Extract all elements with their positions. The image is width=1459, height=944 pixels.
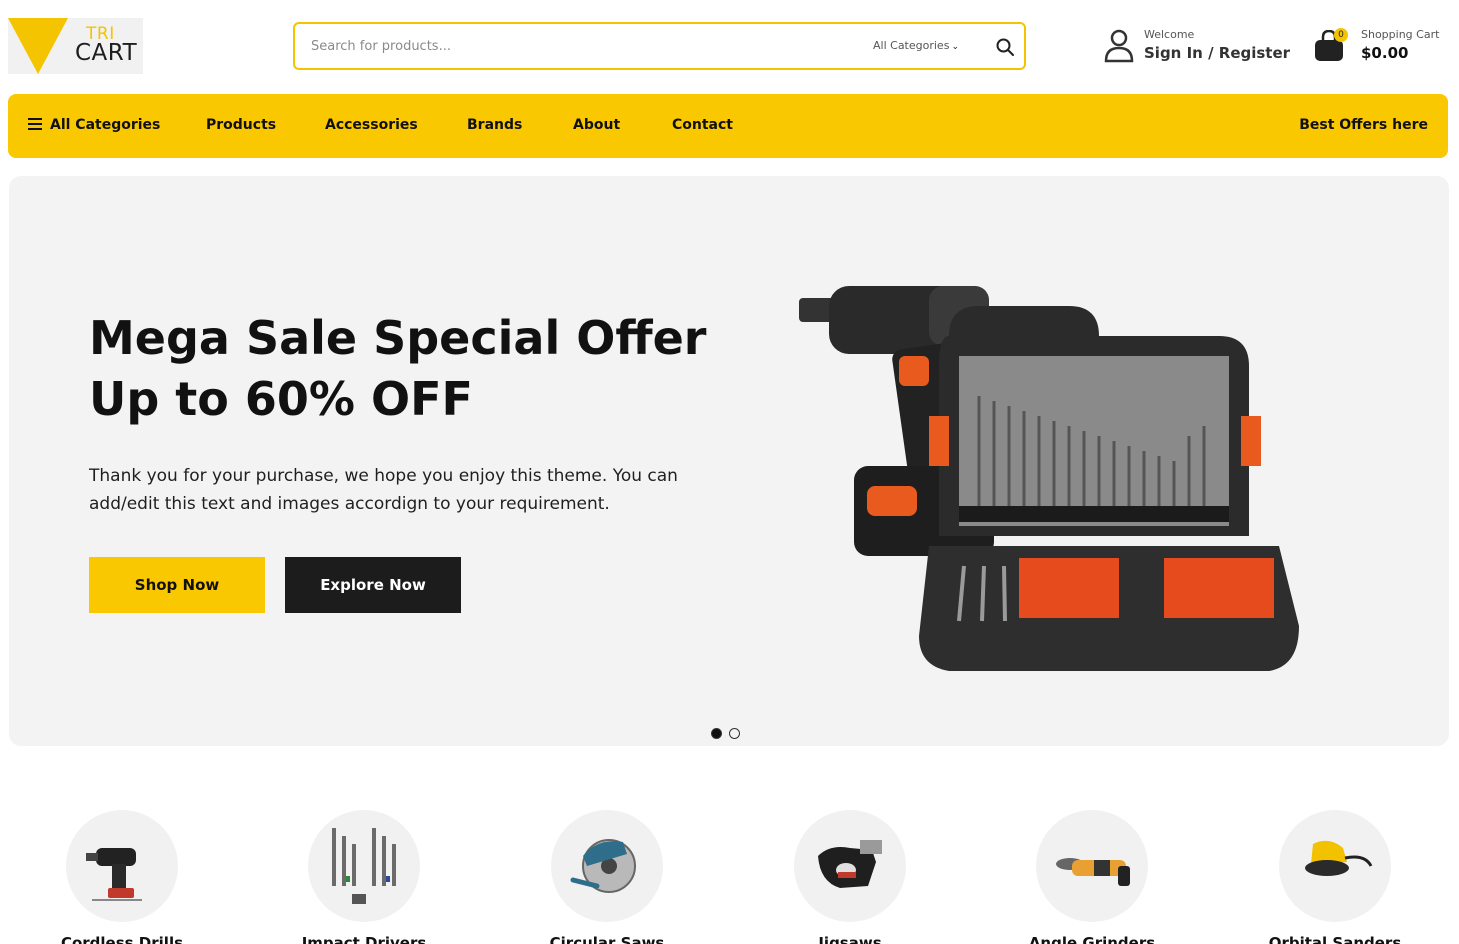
hero-title: Mega Sale Special Offer Up to 60% OFF — [89, 308, 729, 430]
cart-amount: $0.00 — [1361, 44, 1409, 62]
site-header: TRI CART All Categories⌄ Welcome Sign In… — [0, 0, 1459, 92]
category-select[interactable]: All Categories ⌄ — [873, 39, 959, 52]
hero-banner: Mega Sale Special Offer Up to 60% OFF Tha… — [9, 176, 1449, 746]
hamburger-icon — [28, 118, 42, 130]
category-image — [794, 810, 906, 922]
nav-all-categories-label: All Categories — [50, 117, 161, 133]
welcome-text: Welcome — [1144, 28, 1195, 41]
cart-label: Shopping Cart — [1361, 28, 1440, 41]
hero-title-line2: Up to 60% OFF — [89, 372, 473, 426]
search-bar: All Categories⌄ — [293, 22, 1026, 70]
nav-best-offers[interactable]: Best Offers here — [1299, 117, 1428, 133]
hero-text: Thank you for your purchase, we hope you… — [89, 466, 678, 514]
category-name: Circular Saws — [549, 934, 665, 944]
nav-item-brands[interactable]: Brands — [467, 117, 522, 133]
carousel-dot-2[interactable] — [729, 728, 740, 739]
category-name: Cordless Drills — [60, 934, 184, 944]
nav-item-products[interactable]: Products — [206, 117, 276, 133]
category-name: Angle Grinders — [1028, 934, 1156, 944]
logo-text-cart: CART — [75, 40, 138, 66]
category-image — [308, 810, 420, 922]
search-input[interactable] — [311, 34, 831, 58]
drill-bits-icon — [332, 828, 396, 904]
sign-in-register-link[interactable]: Sign In / Register — [1144, 44, 1290, 62]
category-name: Impact Drivers — [301, 934, 427, 944]
main-nav: All Categories Products Accessories Bran… — [8, 94, 1448, 158]
search-icon[interactable] — [995, 37, 1015, 57]
category-image — [551, 810, 663, 922]
circular-saw-icon — [570, 839, 636, 893]
hero-title-line1: Mega Sale Special Offer — [89, 311, 707, 365]
chevron-down-icon: ⌄ — [951, 42, 959, 52]
angle-grinder-icon — [1056, 858, 1130, 886]
nav-item-contact[interactable]: Contact — [672, 117, 733, 133]
logo[interactable]: TRI CART — [8, 18, 143, 74]
user-icon — [1104, 29, 1134, 63]
category-image — [1279, 810, 1391, 922]
nav-item-about[interactable]: About — [573, 117, 620, 133]
category-name: Jigsaws — [818, 934, 882, 944]
nav-all-categories[interactable]: All Categories — [28, 117, 160, 133]
carousel-dot-1[interactable] — [711, 728, 722, 739]
drill-icon — [86, 848, 142, 901]
drill-kit-image — [799, 286, 1299, 671]
logo-triangle-icon — [8, 18, 68, 74]
shop-now-button[interactable]: Shop Now — [89, 557, 265, 613]
nav-item-accessories[interactable]: Accessories — [325, 117, 418, 133]
category-image — [1036, 810, 1148, 922]
cart-count-badge: 0 — [1334, 28, 1348, 42]
category-image — [66, 810, 178, 922]
category-select-label: All Categories — [873, 39, 950, 52]
explore-now-button[interactable]: Explore Now — [285, 557, 461, 613]
jigsaw-icon — [818, 840, 882, 888]
category-name: Orbital Sanders — [1268, 934, 1402, 944]
orbital-sander-icon — [1305, 840, 1373, 876]
